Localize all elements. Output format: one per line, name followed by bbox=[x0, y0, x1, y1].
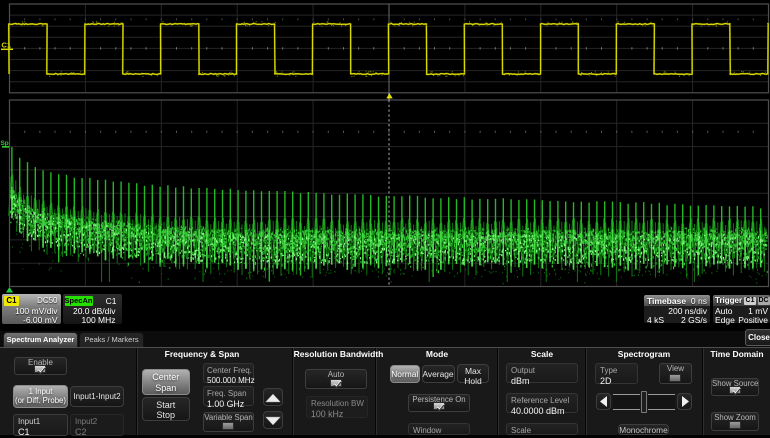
svg-text:Sp: Sp bbox=[1, 140, 9, 147]
svg-text:C1: C1 bbox=[2, 41, 12, 50]
